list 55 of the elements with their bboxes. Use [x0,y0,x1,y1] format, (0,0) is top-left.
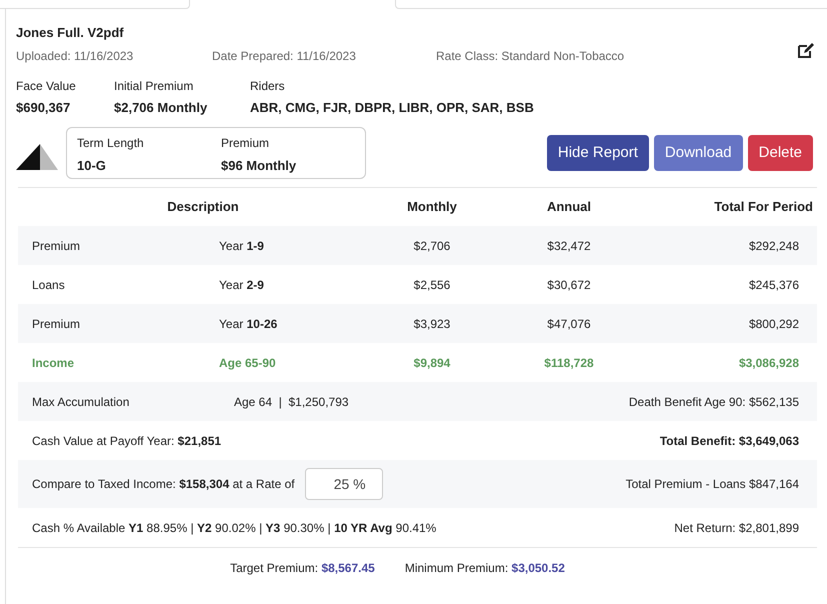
action-button[interactable]: Download [654,135,743,171]
term-value: $96 Monthly [221,157,296,175]
detail-text: Age 64 | $1,250,793 [234,394,349,410]
rate-input[interactable]: 25 % [304,468,383,500]
summary-label: Riders [250,78,286,94]
row-description: Premium [31,238,82,254]
column-header: Description [166,198,240,216]
table-cell-text: $292,248 [748,238,800,254]
rate-class: Rate Class: Standard Non-Tobacco [436,48,624,64]
action-button[interactable]: Delete [748,135,813,171]
column-header: Annual [546,198,592,216]
detail-text: Compare to Taxed Income: $158,304 at a Rate of [31,476,295,493]
table-cell-text: $2,556 [412,276,452,294]
table-cell-text: $32,472 [546,238,592,254]
table-cell-text: $9,894 [412,354,452,372]
summary-label: Face Value [16,78,77,94]
summary-value: $690,367 [16,98,72,116]
row-description: Premium [31,316,82,332]
file-name: Jones Full. V2pdf [16,24,125,42]
summary-value: $2,706 Monthly [114,98,208,117]
detail-text: Total Premium - Loans $847,164 [626,476,800,493]
table-cell-text: $47,076 [546,316,592,332]
table-cell-text: $245,376 [748,276,800,294]
summary-label: Initial Premium [114,78,194,94]
table-cell-text: $118,728 [543,354,595,372]
column-header: Monthly [406,198,458,216]
summary-value: ABR, CMG, FJR, DBPR, LIBR, OPR, SAR, BSB [250,98,534,116]
row-period: Age 65-90 [219,354,277,372]
detail-text: Cash % Available Y1 88.95% | Y2 90.02% | Y3 90.30% | 10 YR Avg 90.41% [31,520,436,536]
edit-icon[interactable] [797,43,815,59]
premium-total: Minimum Premium: $3,050.52 [404,560,565,576]
row-period: Year 1-9 [219,238,265,254]
detail-text: Cash Value at Payoff Year: $21,851 [31,432,222,450]
date-prepared: Date Prepared: 11/16/2023 [212,48,357,64]
detail-text: Death Benefit Age 90: $562,135 [628,394,800,410]
table-cell-text: $30,672 [546,276,592,294]
action-button[interactable]: Hide Report [546,135,649,171]
triangle-logo-icon [16,142,58,170]
uploaded-date: Uploaded: 11/16/2023 [16,48,134,64]
column-header: Total For Period [713,198,814,216]
table-cell-text: $3,923 [412,316,452,332]
table-cell-text: $800,292 [748,316,800,332]
row-description: Income [31,354,76,372]
term-label: Term Length [77,135,145,152]
detail-text: Max Accumulation [31,394,130,410]
term-label: Premium [221,135,270,152]
row-description: Loans [31,276,66,294]
premium-total: Target Premium: $8,567.45 [230,560,375,576]
table-cell-text: $3,086,928 [738,354,800,372]
table-cell-text: $2,706 [412,238,452,254]
detail-text: Total Benefit: $3,649,063 [660,432,800,450]
detail-text: Net Return: $2,801,899 [674,520,800,536]
term-value: 10-G [77,157,107,175]
row-period: Year 10-26 [219,316,278,332]
row-period: Year 2-9 [219,276,265,294]
